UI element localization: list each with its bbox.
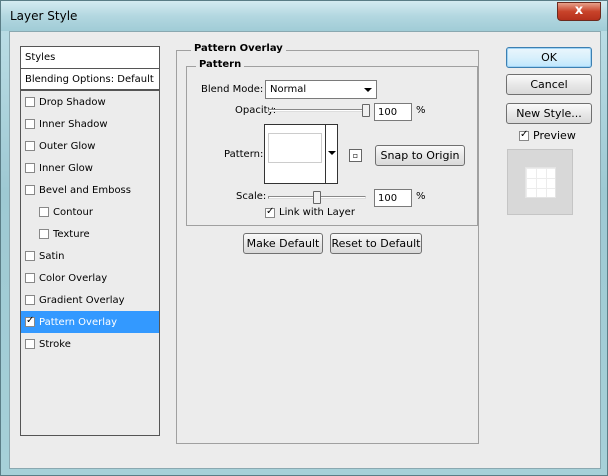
opacity-slider-thumb[interactable] [362,104,370,117]
opacity-slider-track[interactable] [268,109,368,112]
style-item-label: Inner Glow [39,162,93,174]
style-item-label: Satin [39,250,65,262]
close-button[interactable]: x [557,2,601,21]
link-with-layer-checkbox[interactable] [265,206,275,218]
ok-button[interactable]: OK [506,47,592,68]
reset-to-default-button[interactable]: Reset to Default [330,233,422,254]
cancel-button[interactable]: Cancel [506,74,592,95]
style-item-label: Bevel and Emboss [39,184,131,196]
opacity-input[interactable]: 100 [374,103,412,121]
style-item-checkbox[interactable] [25,141,35,151]
preview-thumbnail [507,149,573,215]
preview-option[interactable]: Preview [519,129,576,142]
style-item-checkbox[interactable] [25,251,35,261]
snap-to-origin-button[interactable]: Snap to Origin [375,145,465,166]
style-item-label: Stroke [39,338,71,350]
style-item-label: Color Overlay [39,272,108,284]
style-item-bevel-and-emboss[interactable]: Bevel and Emboss [21,179,159,201]
make-default-button[interactable]: Make Default [243,233,323,254]
pattern-dropdown-arrow-icon[interactable] [325,125,337,183]
style-item-checkbox[interactable] [25,185,35,195]
style-item-label: Inner Shadow [39,118,108,130]
style-item-satin[interactable]: Satin [21,245,159,267]
link-with-layer-option[interactable]: Link with Layer [265,206,355,218]
preview-pattern [525,167,556,198]
style-item-checkbox[interactable] [25,295,35,305]
style-item-outer-glow[interactable]: Outer Glow [21,135,159,157]
pattern-subgroup-title: Pattern [196,59,245,70]
window-title: Layer Style [10,9,78,23]
style-item-label: Pattern Overlay [39,316,118,328]
style-item-checkbox[interactable] [25,339,35,349]
style-item-checkbox[interactable] [25,163,35,173]
dialog-client-area: Styles Blending Options: Default Drop Sh… [9,31,601,469]
style-item-checkbox[interactable] [39,207,49,217]
scale-input[interactable]: 100 [374,189,412,207]
style-item-checkbox[interactable] [25,315,35,327]
style-item-drop-shadow[interactable]: Drop Shadow [21,91,159,113]
title-bar[interactable]: Layer Style x [1,1,607,31]
style-item-contour[interactable]: Contour [21,201,159,223]
link-with-layer-label: Link with Layer [279,207,355,218]
styles-list: Styles Blending Options: Default Drop Sh… [20,46,160,436]
pattern-label: Pattern: [224,149,264,160]
style-item-texture[interactable]: Texture [21,223,159,245]
style-item-checkbox[interactable] [25,273,35,283]
scale-slider-thumb[interactable] [313,191,321,204]
new-style-button[interactable]: New Style... [506,103,592,124]
blend-mode-select[interactable]: Normal [265,80,377,99]
pattern-picker[interactable] [264,124,338,184]
scale-label: Scale: [236,191,267,202]
style-item-label: Gradient Overlay [39,294,125,306]
style-item-pattern-overlay[interactable]: Pattern Overlay [21,311,159,333]
preview-label: Preview [533,129,576,142]
opacity-unit: % [416,105,426,116]
style-item-color-overlay[interactable]: Color Overlay [21,267,159,289]
style-item-label: Drop Shadow [39,96,106,108]
style-item-checkbox[interactable] [25,97,35,107]
style-item-gradient-overlay[interactable]: Gradient Overlay [21,289,159,311]
style-item-checkbox[interactable] [25,119,35,129]
blend-mode-value: Normal [270,84,307,95]
style-item-stroke[interactable]: Stroke [21,333,159,355]
style-item-checkbox[interactable] [39,229,49,239]
style-item-label: Outer Glow [39,140,96,152]
style-item-inner-shadow[interactable]: Inner Shadow [21,113,159,135]
style-item-inner-glow[interactable]: Inner Glow [21,157,159,179]
style-item-label: Contour [53,206,93,218]
style-item-label: Texture [53,228,90,240]
pattern-thumbnail [268,133,322,163]
blend-mode-label: Blend Mode: [201,84,264,95]
preview-checkbox[interactable] [519,129,529,141]
scale-unit: % [416,191,426,202]
pattern-overlay-title: Pattern Overlay [191,43,286,54]
blending-options-item[interactable]: Blending Options: Default [21,69,159,91]
styles-header[interactable]: Styles [21,47,159,69]
chevron-down-icon [364,88,372,92]
layer-style-dialog: Layer Style x Styles Blending Options: D… [0,0,608,476]
create-pattern-icon[interactable]: ▫ [349,149,362,162]
